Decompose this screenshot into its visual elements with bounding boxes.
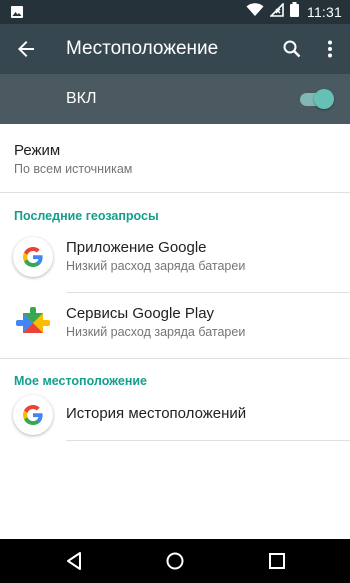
signal-off-icon — [269, 1, 284, 22]
wifi-icon — [246, 2, 264, 22]
status-time: 11:31 — [307, 4, 342, 20]
app-bar: Местоположение — [0, 24, 350, 74]
switch-label: ВКЛ — [66, 90, 97, 107]
nav-recents-icon[interactable] — [265, 549, 289, 573]
app-battery-usage: Низкий расход заряда батареи — [66, 259, 246, 273]
more-vert-icon[interactable] — [318, 37, 342, 61]
system-nav-bar — [0, 539, 350, 583]
app-name: Сервисы Google Play — [66, 305, 215, 322]
arrow-back-icon[interactable] — [14, 37, 38, 61]
location-switch-bar[interactable]: ВКЛ — [0, 74, 350, 124]
section-header-my-location: Мое местоположение — [14, 374, 148, 388]
search-icon[interactable] — [280, 37, 304, 61]
status-bar: 11:31 — [0, 0, 350, 24]
google-g-icon — [13, 237, 53, 277]
app-battery-usage: Низкий расход заряда батареи — [66, 325, 246, 339]
divider — [0, 192, 350, 193]
page-title: Местоположение — [66, 38, 219, 59]
list-item-location-history[interactable]: История местоположений — [0, 388, 350, 440]
google-play-services-icon — [13, 303, 53, 343]
list-item-play-services[interactable]: Сервисы Google Play Низкий расход заряда… — [0, 292, 350, 358]
nav-home-icon[interactable] — [163, 549, 187, 573]
mode-subtitle: По всем источникам — [14, 162, 133, 176]
section-header-recent: Последние геозапросы — [14, 209, 159, 223]
image-notification-icon — [10, 5, 24, 19]
divider — [0, 358, 350, 359]
battery-icon — [290, 2, 299, 22]
app-name: История местоположений — [66, 405, 247, 422]
divider — [66, 440, 350, 441]
mode-setting[interactable]: Режим По всем источникам — [0, 124, 350, 192]
app-name: Приложение Google — [66, 239, 207, 256]
location-toggle[interactable] — [299, 89, 335, 109]
mode-title: Режим — [14, 142, 61, 159]
google-g-icon — [13, 395, 53, 435]
toggle-thumb — [314, 89, 334, 109]
nav-back-icon[interactable] — [62, 549, 86, 573]
list-item-google-app[interactable]: Приложение Google Низкий расход заряда б… — [0, 226, 350, 292]
